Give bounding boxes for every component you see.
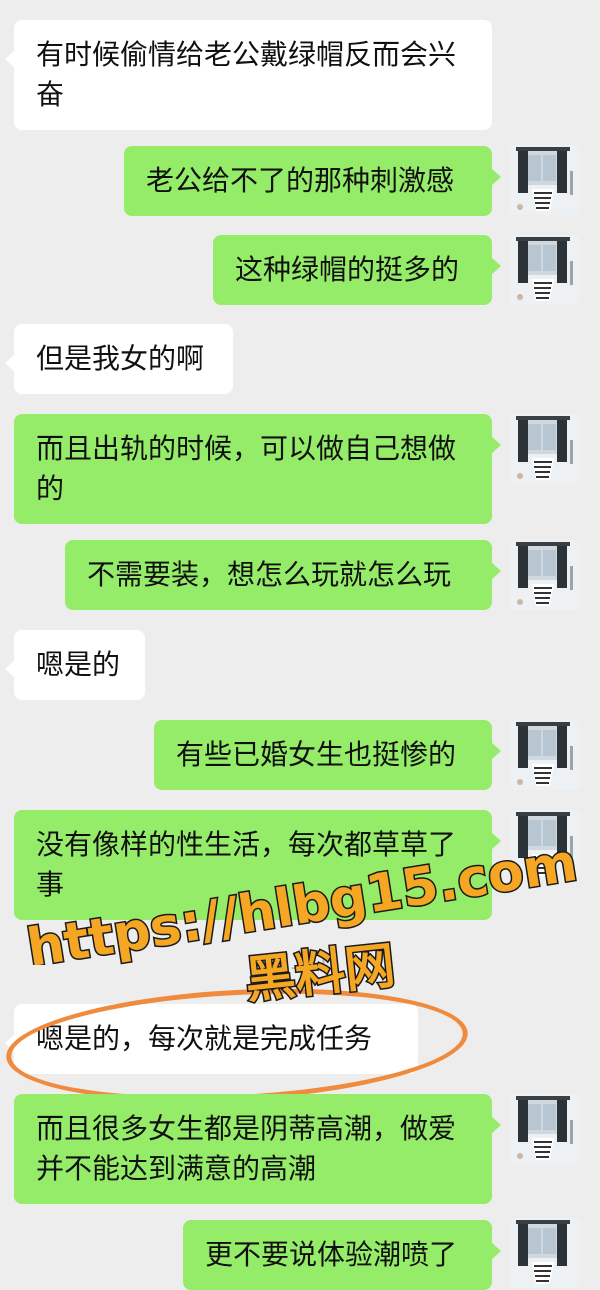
message-bubble-incoming[interactable]: 有时候偷情给老公戴绿帽反而会兴奋 xyxy=(5,20,492,130)
message-bubble-incoming[interactable]: 嗯是的 xyxy=(5,630,145,700)
window-curtain-avatar-icon xyxy=(510,720,580,790)
message-bubble-outgoing[interactable]: 而且很多女生都是阴蒂高潮，做爱并不能达到满意的高潮 xyxy=(14,1094,501,1204)
window-curtain-avatar-icon xyxy=(510,1218,580,1288)
watermark-site-name: 黑料网 xyxy=(241,935,399,1011)
window-curtain-avatar-icon xyxy=(510,540,580,610)
message-bubble-incoming[interactable]: 但是我女的啊 xyxy=(5,324,233,394)
window-curtain-avatar-icon xyxy=(510,145,580,215)
avatar[interactable] xyxy=(510,720,580,790)
message-bubble-outgoing[interactable]: 有些已婚女生也挺惨的 xyxy=(154,720,501,790)
window-curtain-avatar-icon xyxy=(510,1094,580,1164)
message-bubble-outgoing[interactable]: 这种绿帽的挺多的 xyxy=(213,235,501,305)
avatar[interactable] xyxy=(510,1094,580,1164)
avatar[interactable] xyxy=(510,235,580,305)
avatar[interactable] xyxy=(510,145,580,215)
message-bubble-incoming[interactable]: 嗯是的，每次就是完成任务 xyxy=(5,1004,418,1074)
avatar[interactable] xyxy=(510,1218,580,1288)
window-curtain-avatar-icon xyxy=(510,414,580,484)
message-bubble-outgoing[interactable]: 不需要装，想怎么玩就怎么玩 xyxy=(65,540,501,610)
message-bubble-outgoing[interactable]: 而且出轨的时候，可以做自己想做的 xyxy=(14,414,501,524)
window-curtain-avatar-icon xyxy=(510,235,580,305)
avatar[interactable] xyxy=(510,540,580,610)
watermark-name-text: 黑料网 xyxy=(242,936,397,1009)
avatar[interactable] xyxy=(510,414,580,484)
message-bubble-outgoing[interactable]: 老公给不了的那种刺激感 xyxy=(124,146,501,216)
